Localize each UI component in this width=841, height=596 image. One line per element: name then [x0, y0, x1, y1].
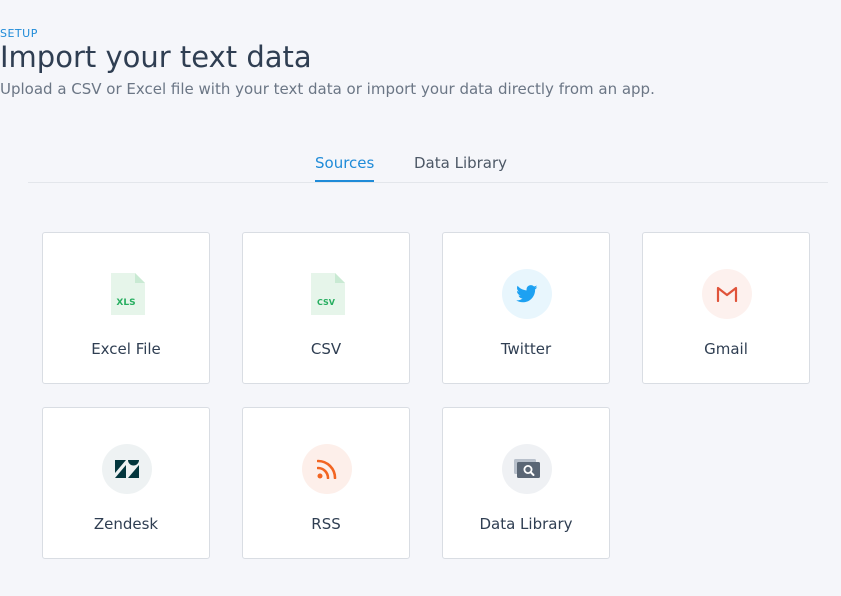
source-label: Gmail [704, 340, 748, 358]
source-card-rss[interactable]: RSS [242, 407, 410, 559]
source-label: Excel File [91, 340, 161, 358]
xls-icon-text: XLS [116, 298, 135, 308]
source-card-data-library[interactable]: Data Library [442, 407, 610, 559]
xls-file-icon: XLS [102, 269, 152, 319]
source-label: RSS [311, 515, 341, 533]
tab-data-library[interactable]: Data Library [414, 154, 507, 180]
tab-bar: Sources Data Library [28, 150, 828, 183]
tab-sources[interactable]: Sources [315, 154, 375, 182]
source-card-gmail[interactable]: Gmail [642, 232, 810, 384]
source-card-zendesk[interactable]: Zendesk [42, 407, 210, 559]
source-card-csv[interactable]: CSV CSV [242, 232, 410, 384]
gmail-icon [702, 269, 752, 319]
source-card-excel[interactable]: XLS Excel File [42, 232, 210, 384]
source-label: Twitter [500, 340, 552, 358]
eyebrow-label: SETUP [0, 27, 38, 40]
source-label: CSV [310, 340, 342, 358]
source-label: Data Library [479, 515, 573, 533]
source-label: Zendesk [93, 515, 159, 533]
page-title: Import your text data [0, 40, 312, 74]
source-card-twitter[interactable]: Twitter [442, 232, 610, 384]
page-subtitle: Upload a CSV or Excel file with your tex… [0, 80, 655, 98]
twitter-icon [502, 269, 552, 319]
zendesk-icon [102, 444, 152, 494]
rss-icon [302, 444, 352, 494]
csv-icon-text: CSV [317, 298, 336, 307]
csv-file-icon: CSV [302, 269, 352, 319]
data-library-icon [502, 444, 552, 494]
